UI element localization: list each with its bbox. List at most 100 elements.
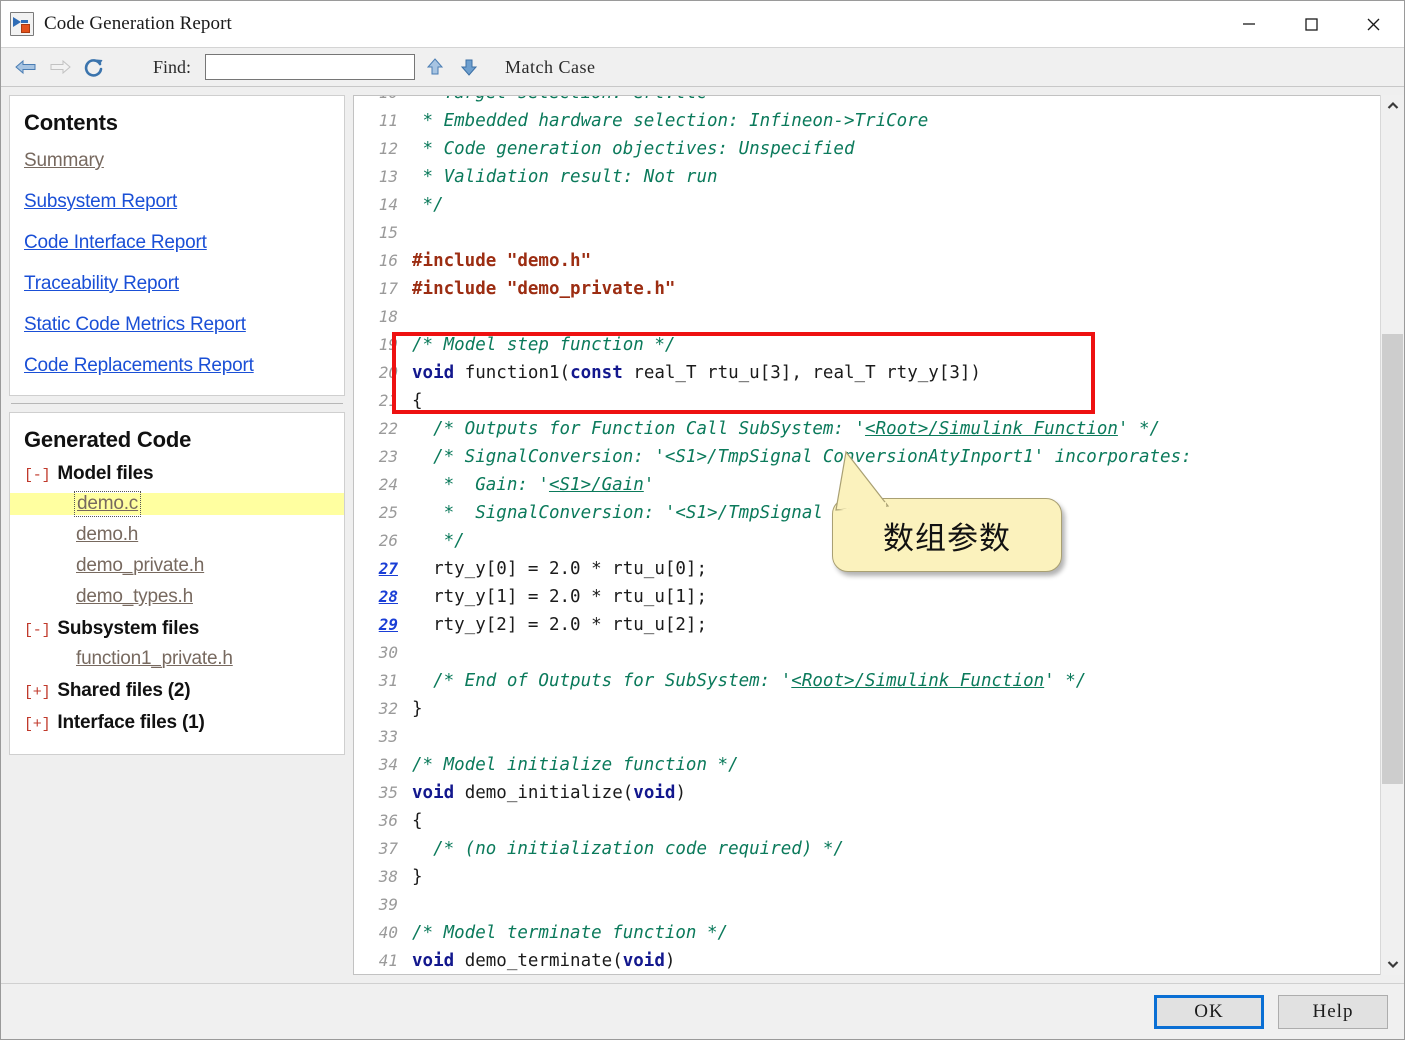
code-line-text: * Gain: '<S1>/Gain'	[412, 475, 654, 495]
find-down-arrow-icon[interactable]	[455, 53, 483, 81]
code-line: 26 */	[354, 527, 1380, 555]
code-line: 13 * Validation result: Not run	[354, 163, 1380, 191]
code-line-number: 35	[354, 779, 398, 807]
tree-file-row-selected[interactable]: demo.c	[10, 493, 344, 515]
code-line-number-traceable[interactable]: 27	[354, 555, 398, 583]
sidebar: Contents Summary Subsystem Report Code I…	[1, 87, 353, 983]
code-line-number: 17	[354, 275, 398, 303]
sidebar-divider	[9, 396, 345, 412]
window-controls	[1218, 1, 1404, 47]
back-arrow-icon[interactable]	[11, 53, 41, 81]
code-line: 39	[354, 891, 1380, 919]
tree-toggle-shared-files[interactable]: [+]	[24, 684, 50, 701]
code-line-number-traceable[interactable]: 29	[354, 611, 398, 639]
tree-toggle-interface-files[interactable]: [+]	[24, 716, 50, 733]
code-line: 33	[354, 723, 1380, 751]
vertical-scrollbar[interactable]	[1380, 95, 1404, 975]
find-input[interactable]	[205, 54, 415, 80]
minimize-icon[interactable]	[1218, 1, 1280, 47]
main-body: Contents Summary Subsystem Report Code I…	[1, 87, 1404, 983]
close-icon[interactable]	[1342, 1, 1404, 47]
code-line-text: void demo_terminate(void)	[412, 951, 675, 971]
contents-panel: Contents Summary Subsystem Report Code I…	[9, 95, 345, 396]
code-line: 11 * Embedded hardware selection: Infine…	[354, 107, 1380, 135]
toc-link-traceability-report[interactable]: Traceability Report	[24, 273, 179, 295]
code-line: 30	[354, 639, 1380, 667]
toc-link-subsystem-report[interactable]: Subsystem Report	[24, 191, 177, 213]
code-line: 32}	[354, 695, 1380, 723]
code-line-text: /* Outputs for Function Call SubSystem: …	[412, 419, 1160, 439]
code-line-text: * Target selection: ert.tlc	[412, 96, 707, 103]
code-viewer: 10 * Target selection: ert.tlc11 * Embed…	[353, 95, 1380, 975]
dialog-footer: OK Help	[1, 983, 1404, 1039]
code-line: 36{	[354, 807, 1380, 835]
code-line: 21{	[354, 387, 1380, 415]
code-line-number: 11	[354, 107, 398, 135]
code-line-text: rty_y[1] = 2.0 * rtu_u[1];	[412, 587, 707, 607]
scroll-up-button[interactable]	[1381, 95, 1404, 117]
code-line: 24 * Gain: '<S1>/Gain'	[354, 471, 1380, 499]
code-line-number-traceable[interactable]: 28	[354, 583, 398, 611]
match-case-label[interactable]: Match Case	[505, 57, 595, 78]
tree-group-model-files[interactable]: [-] Model files	[24, 463, 330, 485]
code-line: 18	[354, 303, 1380, 331]
code-line: 23 /* SignalConversion: '<S1>/TmpSignal …	[354, 443, 1380, 471]
code-line-text: void function1(const real_T rtu_u[3], re…	[412, 363, 981, 383]
code-line: 16#include "demo.h"	[354, 247, 1380, 275]
code-scroll-area[interactable]: 10 * Target selection: ert.tlc11 * Embed…	[354, 96, 1380, 974]
code-line-number: 41	[354, 947, 398, 974]
code-line-number: 38	[354, 863, 398, 891]
tree-group-shared-files[interactable]: [+] Shared files (2)	[24, 680, 330, 702]
code-line-number: 24	[354, 471, 398, 499]
code-line-number: 22	[354, 415, 398, 443]
generated-code-title: Generated Code	[24, 427, 330, 453]
code-line-number: 32	[354, 695, 398, 723]
window-title: Code Generation Report	[44, 13, 232, 35]
refresh-icon[interactable]	[79, 53, 109, 81]
tree-file-demo-h[interactable]: demo.h	[76, 524, 138, 546]
toc-link-static-code-metrics-report[interactable]: Static Code Metrics Report	[24, 314, 246, 336]
contents-title: Contents	[24, 110, 330, 136]
find-up-arrow-icon[interactable]	[421, 53, 449, 81]
toc-link-summary[interactable]: Summary	[24, 150, 104, 172]
tree-file-demo-private-h[interactable]: demo_private.h	[76, 555, 204, 577]
scrollbar-thumb[interactable]	[1382, 334, 1403, 784]
code-line-number: 34	[354, 751, 398, 779]
code-line: 34 /* Model initialize function */	[354, 751, 1380, 779]
tree-group-subsystem-files[interactable]: [-] Subsystem files	[24, 618, 330, 640]
tree-group-label: Shared files (2)	[57, 680, 190, 702]
code-line-text: /* Model initialize function */	[412, 755, 739, 775]
tree-group-label: Interface files (1)	[57, 712, 204, 734]
toc-link-code-replacements-report[interactable]: Code Replacements Report	[24, 355, 254, 377]
tree-toggle-subsystem-files[interactable]: [-]	[24, 622, 50, 639]
code-line-text: {	[412, 391, 423, 411]
ok-button[interactable]: OK	[1154, 995, 1264, 1029]
code-line-number: 33	[354, 723, 398, 751]
code-line-text: * Code generation objectives: Unspecifie…	[412, 139, 855, 159]
code-line-text: /* (no initialization code required) */	[412, 839, 844, 859]
code-line: 22 /* Outputs for Function Call SubSyste…	[354, 415, 1380, 443]
help-button[interactable]: Help	[1278, 995, 1388, 1029]
code-line-number: 40	[354, 919, 398, 947]
maximize-icon[interactable]	[1280, 1, 1342, 47]
scroll-down-button[interactable]	[1381, 953, 1404, 975]
find-label: Find:	[153, 57, 191, 78]
code-line-text: /* Model terminate function */	[412, 923, 728, 943]
code-line-number: 15	[354, 219, 398, 247]
tree-group-interface-files[interactable]: [+] Interface files (1)	[24, 712, 330, 734]
tree-group-label: Model files	[57, 463, 153, 485]
code-line: 38}	[354, 863, 1380, 891]
code-line-number: 16	[354, 247, 398, 275]
code-line-number: 12	[354, 135, 398, 163]
toc-link-code-interface-report[interactable]: Code Interface Report	[24, 232, 207, 254]
tree-toggle-model-files[interactable]: [-]	[24, 467, 50, 484]
tree-file-demo-types-h[interactable]: demo_types.h	[76, 586, 193, 608]
code-line-number: 26	[354, 527, 398, 555]
generated-code-panel: Generated Code [-] Model files demo.c de…	[9, 412, 345, 755]
code-line: 35void demo_initialize(void)	[354, 779, 1380, 807]
code-line-number: 30	[354, 639, 398, 667]
code-line-text: {	[412, 811, 423, 831]
tree-file-demo-c[interactable]: demo.c	[76, 493, 139, 515]
tree-file-function1-private-h[interactable]: function1_private.h	[76, 648, 233, 670]
code-line-text: /* Model step function */	[412, 335, 675, 355]
